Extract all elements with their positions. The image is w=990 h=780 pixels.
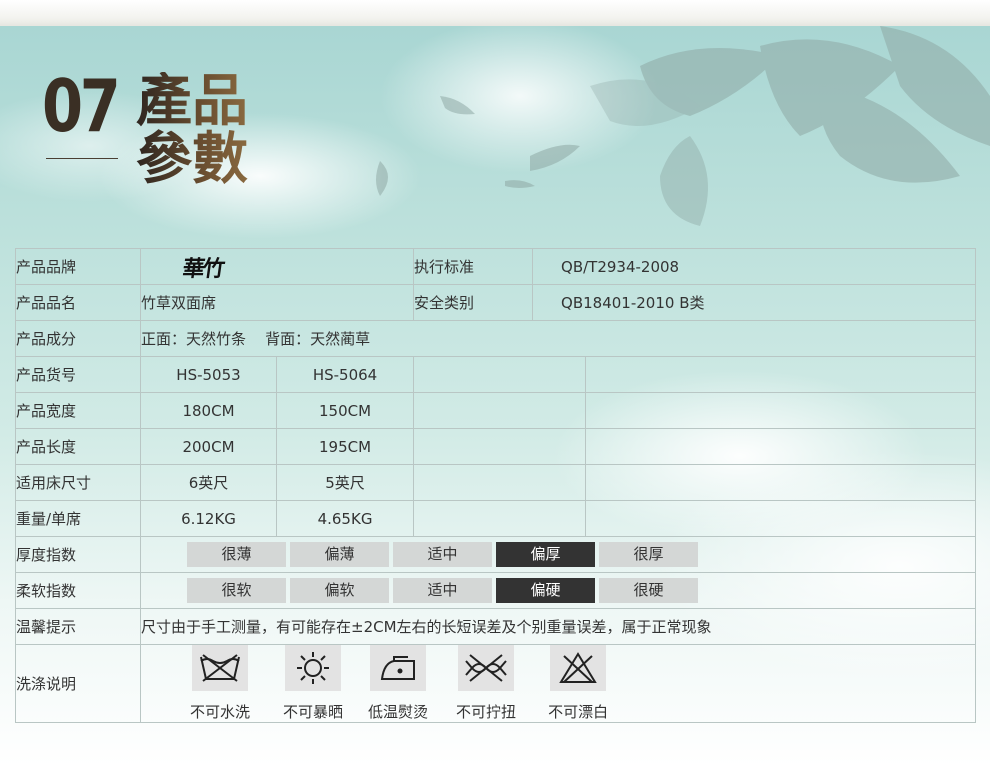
row-label: 重量/单席 bbox=[15, 500, 141, 537]
care-cell: 不可水洗 不可暴晒 低温熨烫 不可拧扭 不可漂白 bbox=[139, 644, 977, 723]
no-wash-icon bbox=[192, 645, 248, 691]
empty-cell bbox=[585, 428, 977, 465]
length-value-2: 195CM bbox=[275, 428, 415, 465]
softness-scale: 很软 偏软 适中 偏硬 很硬 bbox=[187, 578, 975, 603]
softness-option: 偏软 bbox=[290, 578, 389, 603]
empty-cell bbox=[413, 500, 587, 537]
row-label: 温馨提示 bbox=[15, 608, 141, 645]
thickness-scale: 很薄 偏薄 适中 偏厚 很厚 bbox=[187, 542, 975, 567]
row-label: 产品货号 bbox=[15, 356, 141, 393]
spec-table: 产品品牌 華竹 执行标准 QB/T2934-2008 产品品名 竹草双面席 安全… bbox=[15, 248, 977, 723]
row-label: 产品品名 bbox=[15, 284, 141, 321]
width-value-1: 180CM bbox=[140, 392, 277, 429]
table-row: 产品货号 HS-5053 HS-5064 bbox=[15, 356, 977, 393]
empty-cell bbox=[585, 356, 977, 393]
thickness-option: 很厚 bbox=[599, 542, 698, 567]
care-caption: 不可暴晒 bbox=[283, 703, 344, 721]
thickness-option: 偏薄 bbox=[290, 542, 389, 567]
weight-value-1: 6.12KG bbox=[140, 500, 277, 537]
softness-option: 适中 bbox=[393, 578, 492, 603]
thickness-option: 很薄 bbox=[187, 542, 286, 567]
table-row: 温馨提示 尺寸由于手工测量，有可能存在±2CM左右的长短误差及个别重量误差，属于… bbox=[15, 608, 977, 645]
row-label: 厚度指数 bbox=[15, 536, 141, 573]
section-title-line1: 產品 bbox=[136, 68, 248, 134]
row-label: 产品长度 bbox=[15, 428, 141, 465]
section-title: 產品 參數 bbox=[136, 72, 248, 188]
length-value-1: 200CM bbox=[140, 428, 277, 465]
row-label: 适用床尺寸 bbox=[15, 464, 141, 501]
tip-value: 尺寸由于手工测量，有可能存在±2CM左右的长短误差及个别重量误差，属于正常现象 bbox=[139, 608, 977, 645]
product-name: 竹草双面席 bbox=[139, 284, 415, 321]
table-row: 适用床尺寸 6英尺 5英尺 bbox=[15, 464, 977, 501]
empty-cell bbox=[413, 356, 587, 393]
care-caption: 不可漂白 bbox=[548, 703, 609, 721]
empty-cell bbox=[413, 392, 587, 429]
thickness-option: 适中 bbox=[393, 542, 492, 567]
width-value-2: 150CM bbox=[275, 392, 415, 429]
thickness-option: 偏厚 bbox=[496, 542, 595, 567]
softness-option: 很硬 bbox=[599, 578, 698, 603]
softness-scale-cell: 很软 偏软 适中 偏硬 很硬 bbox=[139, 572, 977, 609]
weight-value-2: 4.65KG bbox=[275, 500, 415, 537]
std-label: 执行标准 bbox=[413, 248, 534, 285]
empty-cell bbox=[585, 392, 977, 429]
top-bar bbox=[0, 0, 990, 26]
table-row: 产品成分 正面：天然竹条 背面：天然蔺草 bbox=[15, 320, 977, 357]
softness-option: 很软 bbox=[187, 578, 286, 603]
safety-label: 安全类别 bbox=[413, 284, 534, 321]
care-caption: 不可水洗 bbox=[190, 703, 251, 721]
row-label: 产品成分 bbox=[15, 320, 141, 357]
no-wring-icon bbox=[458, 645, 515, 691]
bed-value-2: 5英尺 bbox=[275, 464, 415, 501]
care-item: 低温熨烫 bbox=[368, 645, 428, 722]
row-label: 洗涤说明 bbox=[15, 644, 141, 723]
brand-logo: 華竹 bbox=[180, 255, 225, 282]
empty-cell bbox=[585, 500, 977, 537]
softness-option: 偏硬 bbox=[496, 578, 595, 603]
brand-cell: 華竹 bbox=[139, 248, 415, 285]
table-row: 产品宽度 180CM 150CM bbox=[15, 392, 977, 429]
sku-value-2: HS-5064 bbox=[275, 356, 415, 393]
care-caption: 不可拧扭 bbox=[456, 703, 517, 721]
care-item: 不可漂白 bbox=[548, 645, 608, 722]
table-row: 产品品牌 華竹 执行标准 QB/T2934-2008 bbox=[15, 248, 977, 285]
empty-cell bbox=[413, 464, 587, 501]
material-value: 正面：天然竹条 背面：天然蔺草 bbox=[139, 320, 977, 357]
table-row: 产品品名 竹草双面席 安全类别 QB18401-2010 B类 bbox=[15, 284, 977, 321]
sku-value-1: HS-5053 bbox=[140, 356, 277, 393]
no-sun-icon bbox=[285, 645, 342, 691]
care-item: 不可拧扭 bbox=[456, 645, 516, 722]
care-item: 不可暴晒 bbox=[283, 645, 343, 722]
empty-cell bbox=[413, 428, 587, 465]
std-value: QB/T2934-2008 bbox=[532, 248, 977, 285]
table-row: 重量/单席 6.12KG 4.65KG bbox=[15, 500, 977, 537]
table-row: 厚度指数 很薄 偏薄 适中 偏厚 很厚 bbox=[15, 536, 977, 573]
care-item: 不可水洗 bbox=[190, 645, 250, 722]
care-caption: 低温熨烫 bbox=[368, 703, 429, 721]
table-row: 洗涤说明 不可水洗 不可暴晒 低温熨烫 不可拧扭 不可漂白 bbox=[15, 644, 977, 723]
section-number: 07 bbox=[42, 64, 121, 148]
care-icons: 不可水洗 不可暴晒 低温熨烫 不可拧扭 不可漂白 bbox=[183, 645, 975, 722]
no-bleach-icon bbox=[550, 645, 607, 691]
empty-cell bbox=[585, 464, 977, 501]
low-iron-icon bbox=[370, 645, 427, 691]
thickness-scale-cell: 很薄 偏薄 适中 偏厚 很厚 bbox=[139, 536, 977, 573]
table-row: 产品长度 200CM 195CM bbox=[15, 428, 977, 465]
section-title-line2: 參數 bbox=[136, 126, 248, 192]
bed-value-1: 6英尺 bbox=[140, 464, 277, 501]
row-label: 产品品牌 bbox=[15, 248, 141, 285]
section-underline bbox=[46, 158, 118, 159]
row-label: 产品宽度 bbox=[15, 392, 141, 429]
row-label: 柔软指数 bbox=[15, 572, 141, 609]
table-row: 柔软指数 很软 偏软 适中 偏硬 很硬 bbox=[15, 572, 977, 609]
safety-value: QB18401-2010 B类 bbox=[532, 284, 977, 321]
